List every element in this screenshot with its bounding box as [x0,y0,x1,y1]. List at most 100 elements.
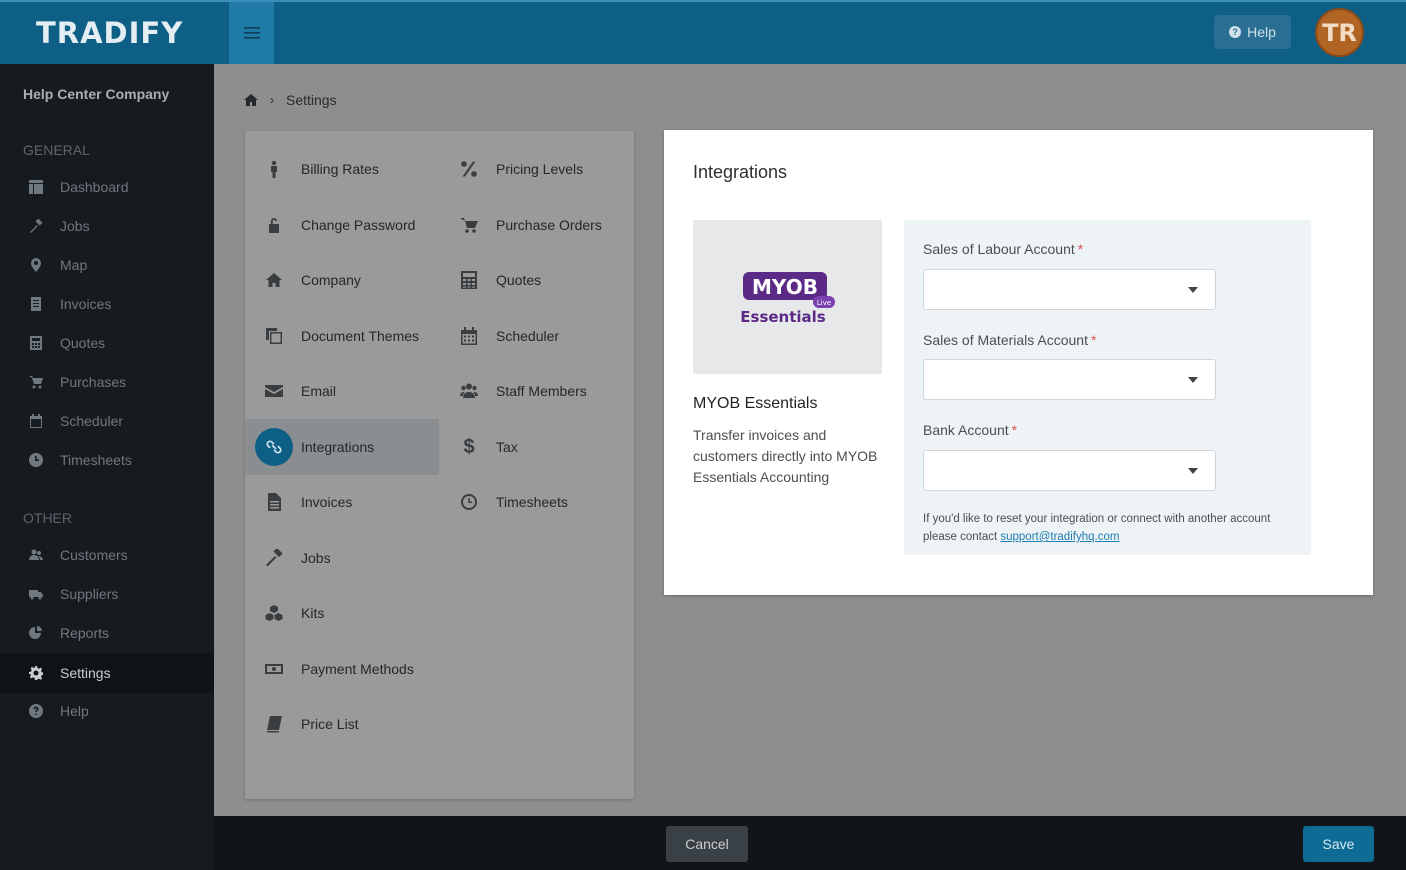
cubes-icon [255,594,293,632]
settings-item-kits[interactable]: Kits [245,585,439,641]
footer-bar: Cancel Save [214,816,1406,870]
calendar-icon [450,317,488,355]
settings-item-company[interactable]: Company [245,252,439,308]
percent-icon [450,150,488,188]
sales-of-labour-account-select[interactable] [923,269,1216,310]
settings-item-email[interactable]: Email [245,363,439,419]
settings-item-label: Invoices [301,494,353,510]
settings-item-label: Scheduler [496,328,560,344]
hamburger-icon [243,27,260,39]
required-marker: * [1011,422,1018,438]
field-label-bank: Bank Account * [923,422,1017,438]
settings-item-billing-rates[interactable]: Billing Rates [245,141,439,197]
settings-item-label: Change Password [301,217,416,233]
sidebar-item-suppliers[interactable]: Suppliers [0,575,214,613]
settings-item-tax[interactable]: $ Tax [440,419,634,475]
sidebar-item-invoices[interactable]: Invoices [0,285,214,323]
company-name[interactable]: Help Center Company [23,86,169,102]
settings-item-integrations[interactable]: Integrations [245,419,439,475]
sidebar-item-timesheets[interactable]: Timesheets [0,441,214,479]
breadcrumb: › Settings [244,92,337,108]
settings-item-label: Payment Methods [301,661,414,677]
integration-description: Transfer invoices and customers directly… [693,427,878,485]
sidebar-item-reports[interactable]: Reports [0,614,214,652]
settings-item-change-password[interactable]: Change Password [245,197,439,253]
sidebar-item-map[interactable]: Map [0,246,214,284]
top-bar: TRADIFY ? Help TR [0,0,1406,64]
clock-icon [450,483,488,521]
user-avatar[interactable]: TR [1315,8,1364,57]
home-icon[interactable] [244,93,258,107]
settings-item-label: Integrations [301,439,375,455]
users-icon [28,547,44,563]
settings-item-label: Pricing Levels [496,161,584,177]
cart-icon [450,206,488,244]
gear-icon [28,665,44,681]
cart-icon [28,374,44,390]
map-pin-icon [28,257,44,273]
caret-down-icon [1188,468,1198,474]
sidebar-item-purchases[interactable]: Purchases [0,363,214,401]
required-marker: * [1077,241,1084,257]
cancel-button[interactable]: Cancel [666,826,748,862]
caret-down-icon [1188,287,1198,293]
pie-chart-icon [28,625,44,641]
sidebar-item-label: Quotes [60,335,106,351]
book-icon [255,705,293,743]
field-label-text: Bank Account [923,422,1009,438]
dollar-icon: $ [463,435,475,458]
settings-item-invoices[interactable]: Invoices [245,474,439,530]
calendar-icon [28,413,44,429]
field-label-labour: Sales of Labour Account * [923,241,1083,257]
brand-logo[interactable]: TRADIFY [0,2,229,64]
support-email-link[interactable]: support@tradifyhq.com [1000,531,1119,543]
sidebar-item-label: Scheduler [60,413,124,429]
sidebar-item-label: Reports [60,625,110,641]
settings-item-jobs[interactable]: Jobs [245,530,439,586]
settings-item-price-list[interactable]: Price List [245,696,439,752]
brand-name: TRADIFY [36,16,184,50]
menu-toggle-button[interactable] [229,2,274,64]
reset-integration-note: If you'd like to reset your integration … [923,510,1293,546]
settings-item-pricing-levels[interactable]: Pricing Levels [440,141,634,197]
question-icon [28,703,44,719]
sidebar-item-dashboard[interactable]: Dashboard [0,168,214,206]
person-icon [255,150,293,188]
settings-item-timesheets[interactable]: Timesheets [440,474,634,530]
sidebar-item-customers[interactable]: Customers [0,536,214,574]
settings-item-scheduler[interactable]: Scheduler [440,308,634,364]
settings-item-document-themes[interactable]: Document Themes [245,308,439,364]
sidebar-item-settings[interactable]: Settings [0,653,214,693]
logo-text-essentials: Essentials [740,308,826,326]
sidebar-item-jobs[interactable]: Jobs [0,207,214,245]
sidebar-item-help[interactable]: Help [0,692,214,730]
settings-item-label: Billing Rates [301,161,379,177]
sales-of-materials-account-select[interactable] [923,359,1216,400]
link-icon [255,428,293,466]
sidebar-item-label: Purchases [60,374,127,390]
settings-item-purchase-orders[interactable]: Purchase Orders [440,197,634,253]
hammer-icon [28,218,44,234]
envelope-icon [255,372,293,410]
caret-down-icon [1188,377,1198,383]
settings-item-label: Timesheets [496,494,568,510]
save-button[interactable]: Save [1303,826,1374,862]
settings-item-payment-methods[interactable]: Payment Methods [245,641,439,697]
field-label-materials: Sales of Materials Account * [923,332,1096,348]
document-icon [255,483,293,521]
settings-item-quotes[interactable]: Quotes [440,252,634,308]
sidebar-item-label: Map [60,257,88,273]
sidebar-item-label: Help [60,703,89,719]
help-button[interactable]: ? Help [1214,15,1291,49]
settings-item-label: Tax [496,439,518,455]
sidebar-item-scheduler[interactable]: Scheduler [0,402,214,440]
settings-item-label: Kits [301,605,325,621]
settings-item-staff-members[interactable]: Staff Members [440,363,634,419]
breadcrumb-current: Settings [286,92,337,108]
settings-item-label: Staff Members [496,383,587,399]
sidebar-item-quotes[interactable]: Quotes [0,324,214,362]
bank-account-select[interactable] [923,450,1216,491]
logo-badge-live: Live [816,299,830,307]
sidebar: Help Center Company GENERAL Dashboard Jo… [0,64,214,870]
calculator-icon [450,261,488,299]
